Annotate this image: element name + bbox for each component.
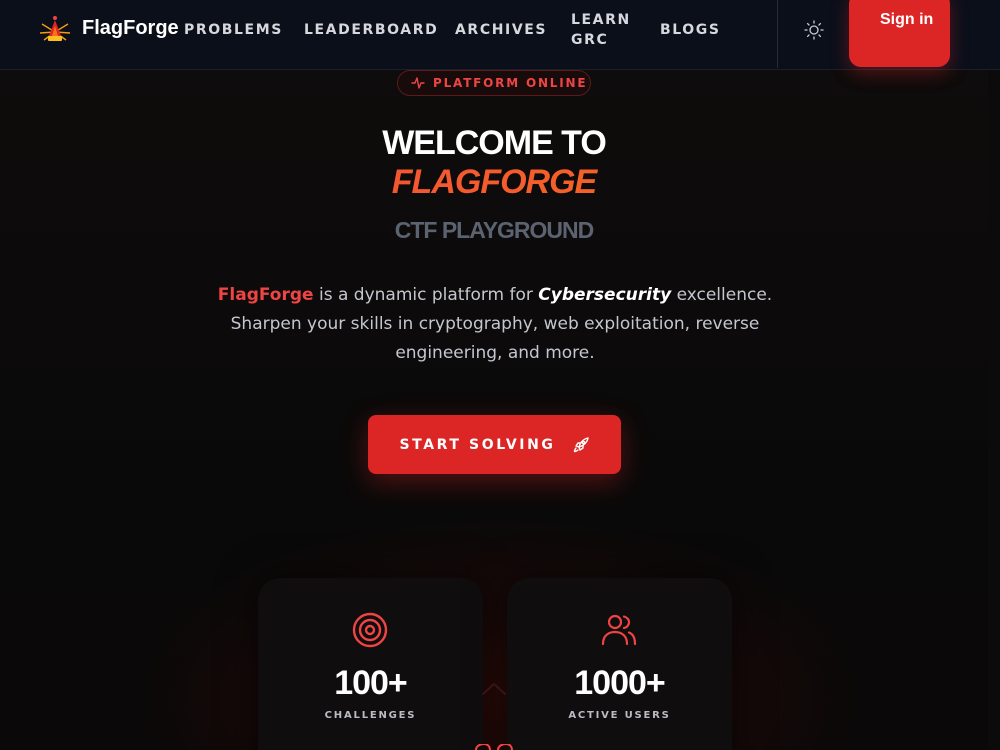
nav-item-archives[interactable]: ARCHIVES bbox=[455, 20, 547, 40]
scrollbar-track[interactable] bbox=[988, 70, 1000, 750]
description-brand: FlagForge bbox=[217, 285, 314, 305]
chevron-up-icon[interactable] bbox=[480, 680, 508, 698]
description-emphasis: Cybersecurity bbox=[538, 285, 672, 305]
stat-label: CHALLENGES bbox=[324, 710, 417, 721]
description-part1: is a dynamic platform for bbox=[313, 285, 539, 305]
hero-title-line1: WELCOME TO bbox=[382, 124, 607, 162]
sun-icon[interactable] bbox=[800, 16, 828, 44]
start-solving-button[interactable]: START SOLVING bbox=[368, 415, 621, 474]
nav-item-learn-grc[interactable]: LEARN GRC bbox=[571, 10, 631, 50]
target-icon bbox=[352, 612, 388, 648]
stat-value: 100+ bbox=[334, 664, 408, 702]
platform-status-badge: PLATFORM ONLINE bbox=[397, 70, 591, 96]
nav-item-problems[interactable]: PROBLEMS bbox=[184, 20, 283, 40]
nav-item-blogs[interactable]: BLOGS bbox=[660, 20, 721, 40]
nav-item-leaderboard[interactable]: LEADERBOARD bbox=[304, 20, 438, 40]
users-icon bbox=[601, 614, 637, 646]
hero-title-brand: FLAGFORGE bbox=[0, 163, 988, 202]
stat-value: 1000+ bbox=[574, 664, 666, 702]
badge-label: PLATFORM ONLINE bbox=[433, 76, 588, 90]
stat-label: ACTIVE USERS bbox=[568, 710, 671, 721]
hero-subtitle: CTF PLAYGROUND bbox=[394, 217, 595, 243]
flag-forge-logo-icon[interactable] bbox=[38, 14, 72, 46]
brand-name[interactable]: FlagForge bbox=[82, 17, 179, 40]
stat-card-challenges: 100+ CHALLENGES bbox=[258, 578, 483, 750]
sign-in-button[interactable]: Sign in bbox=[849, 0, 950, 67]
hero-description: FlagForge is a dynamic platform for Cybe… bbox=[190, 281, 800, 368]
nav-divider bbox=[777, 0, 778, 68]
cta-label: START SOLVING bbox=[399, 436, 556, 453]
stat-card-active-users: 1000+ ACTIVE USERS bbox=[507, 578, 732, 750]
top-navbar: FlagForge PROBLEMS LEADERBOARD ARCHIVES … bbox=[0, 0, 1000, 70]
partial-icon bbox=[475, 744, 513, 750]
rocket-icon bbox=[573, 436, 589, 452]
activity-icon bbox=[411, 77, 425, 89]
